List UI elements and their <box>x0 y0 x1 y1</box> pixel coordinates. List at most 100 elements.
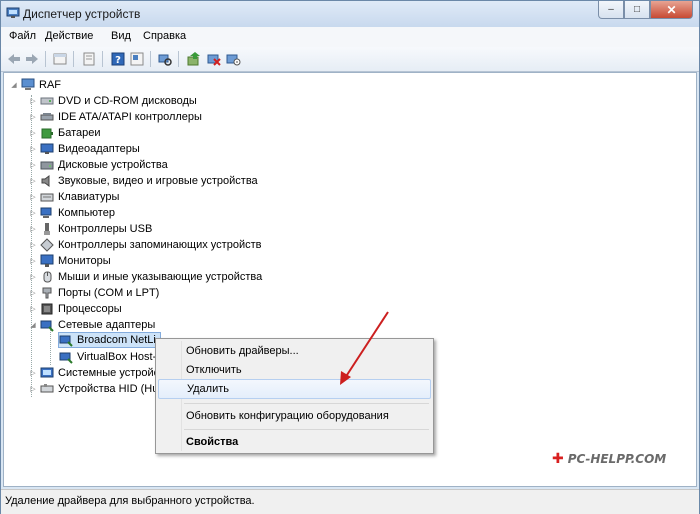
expand-arrow-icon[interactable]: ▷ <box>29 269 37 285</box>
tree-item-network[interactable]: ◢ Сетевые адаптеры <box>29 317 155 333</box>
expand-arrow-icon[interactable]: ▷ <box>29 157 37 173</box>
tree-item-mice[interactable]: ▷ Мыши и иные указывающие устройства <box>29 269 262 285</box>
battery-icon <box>41 128 53 139</box>
back-icon[interactable] <box>6 51 22 67</box>
hid-device-icon <box>40 384 54 393</box>
speaker-icon <box>41 175 50 187</box>
maximize-button[interactable]: □ <box>624 1 650 19</box>
network-adapter-icon <box>40 320 54 332</box>
tree-item-label: Видеоадаптеры <box>58 143 140 155</box>
menu-view[interactable]: Вид <box>111 30 131 42</box>
storage-controller-icon <box>40 238 54 252</box>
show-hidden-icon[interactable] <box>129 51 145 67</box>
network-card-icon <box>59 352 73 364</box>
expand-arrow-icon[interactable]: ▷ <box>29 221 37 237</box>
computer-icon <box>40 207 52 218</box>
watermark-text: PC-HELPP.COM <box>567 452 667 466</box>
menu-update-drivers[interactable]: Обновить драйверы... <box>158 341 431 361</box>
menu-action[interactable]: Действие <box>45 30 93 42</box>
tree-item-label: Системные устройс <box>58 367 160 379</box>
menu-disable[interactable]: Отключить <box>158 360 431 380</box>
tree-item-usb[interactable]: ▷ Контроллеры USB <box>29 221 152 237</box>
window-controls: – □ ✕ <box>598 1 693 19</box>
tree-item-label: Контроллеры запоминающих устройств <box>58 239 262 251</box>
expand-arrow-icon[interactable]: ▷ <box>29 253 37 269</box>
usb-icon <box>44 223 50 235</box>
tree-item-ide[interactable]: ▷ IDE ATA/ATAPI контроллеры <box>29 109 202 125</box>
menu-file[interactable]: Файл <box>9 30 36 42</box>
tree-item-label: Компьютер <box>58 207 115 219</box>
ide-controller-icon <box>40 113 54 121</box>
plus-icon: ✚ <box>552 451 564 467</box>
tree-item-storage[interactable]: ▷ Контроллеры запоминающих устройств <box>29 237 261 253</box>
scan-hardware-icon[interactable] <box>157 51 173 67</box>
toolbar: ? <box>1 47 699 72</box>
expand-arrow-icon[interactable]: ▷ <box>29 301 37 317</box>
tree-item-keyboards[interactable]: ▷ Клавиатуры <box>29 189 119 205</box>
expand-arrow-icon[interactable]: ▷ <box>29 205 37 221</box>
tree-item-label: IDE ATA/ATAPI контроллеры <box>58 111 202 123</box>
tree-item-computer[interactable]: ▷ Компьютер <box>29 205 115 221</box>
tree-item-system[interactable]: ▷ Системные устройс <box>29 365 159 381</box>
tree-item-disks[interactable]: ▷ Дисковые устройства <box>29 157 168 173</box>
tree-item-dvd[interactable]: ▷ DVD и CD-ROM дисководы <box>29 93 197 109</box>
expand-arrow-icon[interactable]: ▷ <box>29 285 37 301</box>
tree-item-label: Мониторы <box>58 255 111 267</box>
tree-item-label: Дисковые устройства <box>58 159 168 171</box>
collapse-arrow-icon[interactable]: ◢ <box>29 317 37 333</box>
expand-arrow-icon[interactable]: ▷ <box>29 93 37 109</box>
tree-item-processors[interactable]: ▷ Процессоры <box>29 301 121 317</box>
status-text: Удаление драйвера для выбранного устройс… <box>5 495 255 507</box>
tree-item-virtualbox[interactable]: VirtualBox Host-( <box>59 349 160 365</box>
expand-arrow-icon[interactable]: ▷ <box>29 125 37 141</box>
expand-arrow-icon[interactable]: ▷ <box>29 109 37 125</box>
dvd-drive-icon <box>40 97 54 105</box>
expand-arrow-icon[interactable]: ▷ <box>29 173 37 189</box>
tree-item-batteries[interactable]: ▷ Батареи <box>29 125 100 141</box>
tree-item-hid[interactable]: ▷ Устройства HID (Hu <box>29 381 158 397</box>
up-icon[interactable] <box>52 51 68 67</box>
tree-item-ports[interactable]: ▷ Порты (COM и LPT) <box>29 285 159 301</box>
toolbar-separator <box>73 51 74 67</box>
menu-properties[interactable]: Свойства <box>158 432 431 452</box>
menu-uninstall[interactable]: Удалить <box>158 379 431 399</box>
port-icon <box>42 287 52 299</box>
tree-item-label: DVD и CD-ROM дисководы <box>58 95 197 107</box>
tree-item-monitors[interactable]: ▷ Мониторы <box>29 253 111 269</box>
tree-item-broadcom[interactable]: Broadcom NetLi <box>58 332 161 348</box>
tree-item-label: Broadcom NetLi <box>77 334 156 346</box>
expand-arrow-icon[interactable]: ▷ <box>29 381 37 397</box>
menu-scan-hardware[interactable]: Обновить конфигурацию оборудования <box>158 406 431 426</box>
title-bar[interactable]: Диспетчер устройств – □ ✕ <box>1 1 699 27</box>
minimize-button[interactable]: – <box>598 1 624 19</box>
toolbar-separator <box>102 51 103 67</box>
expand-arrow-icon[interactable]: ▷ <box>29 365 37 381</box>
update-driver-icon[interactable] <box>186 51 202 67</box>
menu-separator <box>184 429 429 430</box>
uninstall-icon[interactable] <box>206 51 222 67</box>
network-card-icon <box>59 335 73 347</box>
computer-icon <box>21 78 35 90</box>
menu-help[interactable]: Справка <box>143 30 186 42</box>
mouse-icon <box>43 271 52 283</box>
disable-icon[interactable] <box>225 51 241 67</box>
tree-item-label: Порты (COM и LPT) <box>58 287 160 299</box>
expand-arrow-icon[interactable]: ▷ <box>29 189 37 205</box>
watermark: ✚ PC-HELPP.COM <box>552 451 666 467</box>
forward-icon[interactable] <box>24 51 40 67</box>
svg-text:?: ? <box>115 55 121 66</box>
properties-icon[interactable] <box>81 51 97 67</box>
help-icon[interactable]: ? <box>110 51 126 67</box>
close-button[interactable]: ✕ <box>650 1 693 19</box>
tree-item-label: Устройства HID (Hu <box>58 383 159 395</box>
tree-item-sound[interactable]: ▷ Звуковые, видео и игровые устройства <box>29 173 258 189</box>
tree-item-video[interactable]: ▷ Видеоадаптеры <box>29 141 140 157</box>
tree-root[interactable]: ◢ RAF <box>10 77 61 93</box>
toolbar-separator <box>45 51 46 67</box>
tree-item-label: VirtualBox Host-( <box>77 351 160 363</box>
expand-arrow-icon[interactable]: ▷ <box>29 237 37 253</box>
collapse-arrow-icon[interactable]: ◢ <box>10 77 18 93</box>
toolbar-separator <box>178 51 179 67</box>
tree-item-label: Мыши и иные указывающие устройства <box>58 271 263 283</box>
expand-arrow-icon[interactable]: ▷ <box>29 141 37 157</box>
